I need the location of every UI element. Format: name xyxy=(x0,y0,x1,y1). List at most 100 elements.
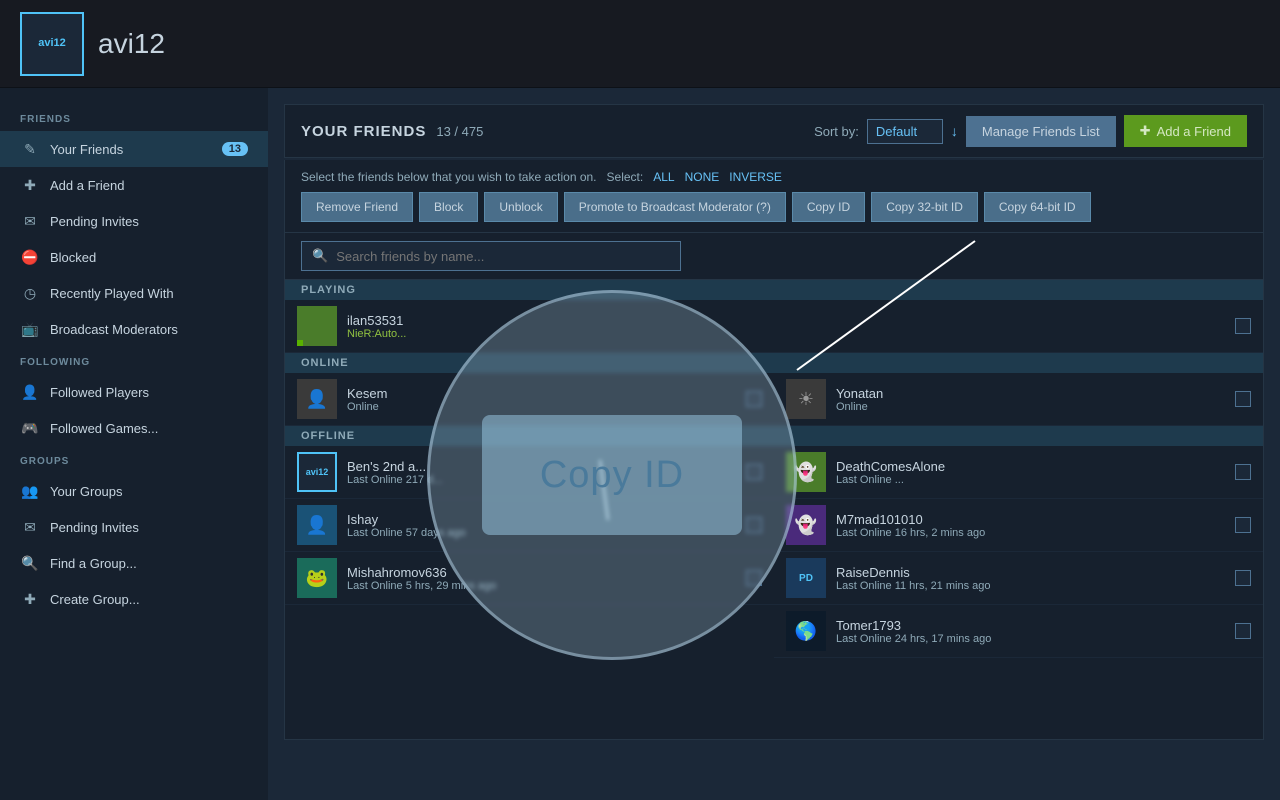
friend-info: Yonatan Online xyxy=(836,386,1235,413)
unblock-button[interactable]: Unblock xyxy=(484,192,557,222)
header: avi12 avi12 xyxy=(0,0,1280,88)
friend-name: Ben's 2nd a... xyxy=(347,459,746,474)
list-item[interactable]: avi12 Ben's 2nd a... Last Online 217 d..… xyxy=(285,446,774,499)
playing-section-header: PLAYING xyxy=(285,280,1263,300)
list-item[interactable]: 👻 DeathComesAlone Last Online ... xyxy=(774,446,1263,499)
friend-name: DeathComesAlone xyxy=(836,459,1235,474)
follow-icon: 👤 xyxy=(20,382,40,402)
list-item[interactable]: 👤 Ishay Last Online 57 days ago xyxy=(285,499,774,552)
main-layout: FRIENDS ✎ Your Friends 13 ✚ Add a Friend… xyxy=(0,88,1280,800)
block-button[interactable]: Block xyxy=(419,192,478,222)
copy-64bit-button[interactable]: Copy 64-bit ID xyxy=(984,192,1091,222)
friend-status: Last Online 5 hrs, 29 mins ago xyxy=(347,580,746,592)
friend-checkbox[interactable] xyxy=(1235,517,1251,533)
sidebar-item-groups-pending[interactable]: ✉ Pending Invites xyxy=(0,509,268,545)
friend-avatar: 👻 xyxy=(786,452,826,492)
list-item[interactable]: 🐸 Mishahromov636 Last Online 5 hrs, 29 m… xyxy=(285,552,774,605)
select-all-link[interactable]: ALL xyxy=(653,170,674,184)
friend-name: Yonatan xyxy=(836,386,1235,401)
friend-checkbox[interactable] xyxy=(746,391,762,407)
sidebar-item-your-groups[interactable]: 👥 Your Groups xyxy=(0,473,268,509)
friend-checkbox[interactable] xyxy=(746,517,762,533)
friend-info: Tomer1793 Last Online 24 hrs, 17 mins ag… xyxy=(836,618,1235,645)
sidebar-label-groups-pending: Pending Invites xyxy=(50,520,139,535)
friend-status: Online xyxy=(347,401,746,413)
person-icon: ✎ xyxy=(20,139,40,159)
envelope2-icon: ✉ xyxy=(20,517,40,537)
search-icon: 🔍 xyxy=(20,553,40,573)
sidebar-item-broadcast-mods[interactable]: 📺 Broadcast Moderators xyxy=(0,311,268,347)
list-item[interactable]: ☀ Yonatan Online xyxy=(774,373,1263,426)
promote-button[interactable]: Promote to Broadcast Moderator (?) xyxy=(564,192,786,222)
friend-checkbox[interactable] xyxy=(1235,570,1251,586)
sidebar-item-add-friend[interactable]: ✚ Add a Friend xyxy=(0,167,268,203)
sidebar-label-create-group: Create Group... xyxy=(50,592,140,607)
list-item[interactable]: ilan53531 NieR:Auto... xyxy=(285,300,1263,353)
add-friend-button[interactable]: ✚ Add a Friend xyxy=(1124,115,1247,147)
header-username: avi12 xyxy=(98,28,165,60)
friend-avatar: ☀ xyxy=(786,379,826,419)
add-friend-icon: ✚ xyxy=(1140,123,1151,139)
sort-label: Sort by: xyxy=(814,124,859,139)
friend-status: Last Online 217 d... xyxy=(347,474,746,486)
action-select-row: Select the friends below that you wish t… xyxy=(301,170,1247,184)
search-magnify-icon: 🔍 xyxy=(312,248,328,264)
sidebar-label-add-friend: Add a Friend xyxy=(50,178,124,193)
list-item[interactable]: 👤 Kesem Online xyxy=(285,373,774,426)
friend-avatar: 👤 xyxy=(297,379,337,419)
friend-checkbox[interactable] xyxy=(1235,391,1251,407)
friend-info: Ben's 2nd a... Last Online 217 d... xyxy=(347,459,746,486)
friend-name: Ishay xyxy=(347,512,746,527)
sidebar-item-blocked[interactable]: ⛔ Blocked xyxy=(0,239,268,275)
sidebar-item-recently-played[interactable]: ◷ Recently Played With xyxy=(0,275,268,311)
friend-info: RaiseDennis Last Online 11 hrs, 21 mins … xyxy=(836,565,1235,592)
offline-section-header: OFFLINE xyxy=(285,426,1263,446)
list-item[interactable]: 👻 M7mad101010 Last Online 16 hrs, 2 mins… xyxy=(774,499,1263,552)
sidebar-item-find-group[interactable]: 🔍 Find a Group... xyxy=(0,545,268,581)
friend-avatar xyxy=(297,306,337,346)
list-item[interactable]: 🌎 Tomer1793 Last Online 24 hrs, 17 mins … xyxy=(774,605,1263,658)
friend-info: Mishahromov636 Last Online 5 hrs, 29 min… xyxy=(347,565,746,592)
sidebar-label-find-group: Find a Group... xyxy=(50,556,137,571)
friend-name: RaiseDennis xyxy=(836,565,1235,580)
online-indicator xyxy=(297,340,303,346)
friend-checkbox[interactable] xyxy=(746,570,762,586)
friends-section-label: FRIENDS xyxy=(0,104,268,131)
sort-area: Sort by: Default ↓ Manage Friends List ✚… xyxy=(814,115,1247,147)
list-item[interactable]: PD RaiseDennis Last Online 11 hrs, 21 mi… xyxy=(774,552,1263,605)
remove-friend-button[interactable]: Remove Friend xyxy=(301,192,413,222)
friend-info: DeathComesAlone Last Online ... xyxy=(836,459,1235,486)
select-none-link[interactable]: NONE xyxy=(685,170,720,184)
sidebar-item-your-friends[interactable]: ✎ Your Friends 13 xyxy=(0,131,268,167)
sort-arrow-icon[interactable]: ↓ xyxy=(951,123,958,139)
select-inverse-link[interactable]: INVERSE xyxy=(729,170,782,184)
copy-32bit-button[interactable]: Copy 32-bit ID xyxy=(871,192,978,222)
friend-checkbox[interactable] xyxy=(1235,318,1251,334)
friend-checkbox[interactable] xyxy=(746,464,762,480)
blocked-icon: ⛔ xyxy=(20,247,40,267)
friend-checkbox[interactable] xyxy=(1235,464,1251,480)
friend-avatar: 👻 xyxy=(786,505,826,545)
friend-avatar: 🐸 xyxy=(297,558,337,598)
sidebar-item-followed-games[interactable]: 🎮 Followed Games... xyxy=(0,410,268,446)
friend-checkbox[interactable] xyxy=(1235,623,1251,639)
create-icon: ✚ xyxy=(20,589,40,609)
friend-info: Kesem Online xyxy=(347,386,746,413)
friends-badge: 13 xyxy=(222,142,248,156)
add-friend-label: Add a Friend xyxy=(1157,124,1231,139)
friend-name: ilan53531 xyxy=(347,313,1235,328)
sort-select[interactable]: Default xyxy=(867,119,943,144)
sidebar-item-pending-invites[interactable]: ✉ Pending Invites xyxy=(0,203,268,239)
sidebar-item-create-group[interactable]: ✚ Create Group... xyxy=(0,581,268,617)
sidebar-label-pending: Pending Invites xyxy=(50,214,139,229)
sidebar-item-followed-players[interactable]: 👤 Followed Players xyxy=(0,374,268,410)
friend-name: Tomer1793 xyxy=(836,618,1235,633)
search-input[interactable] xyxy=(336,249,670,264)
online-section-header: ONLINE xyxy=(285,353,1263,373)
manage-friends-button[interactable]: Manage Friends List xyxy=(966,116,1116,147)
user-avatar[interactable]: avi12 xyxy=(20,12,84,76)
friend-status: Last Online ... xyxy=(836,474,1235,486)
group-icon: 👥 xyxy=(20,481,40,501)
copy-id-button[interactable]: Copy ID xyxy=(792,192,865,222)
select-instruction: Select the friends below that you wish t… xyxy=(301,170,597,184)
